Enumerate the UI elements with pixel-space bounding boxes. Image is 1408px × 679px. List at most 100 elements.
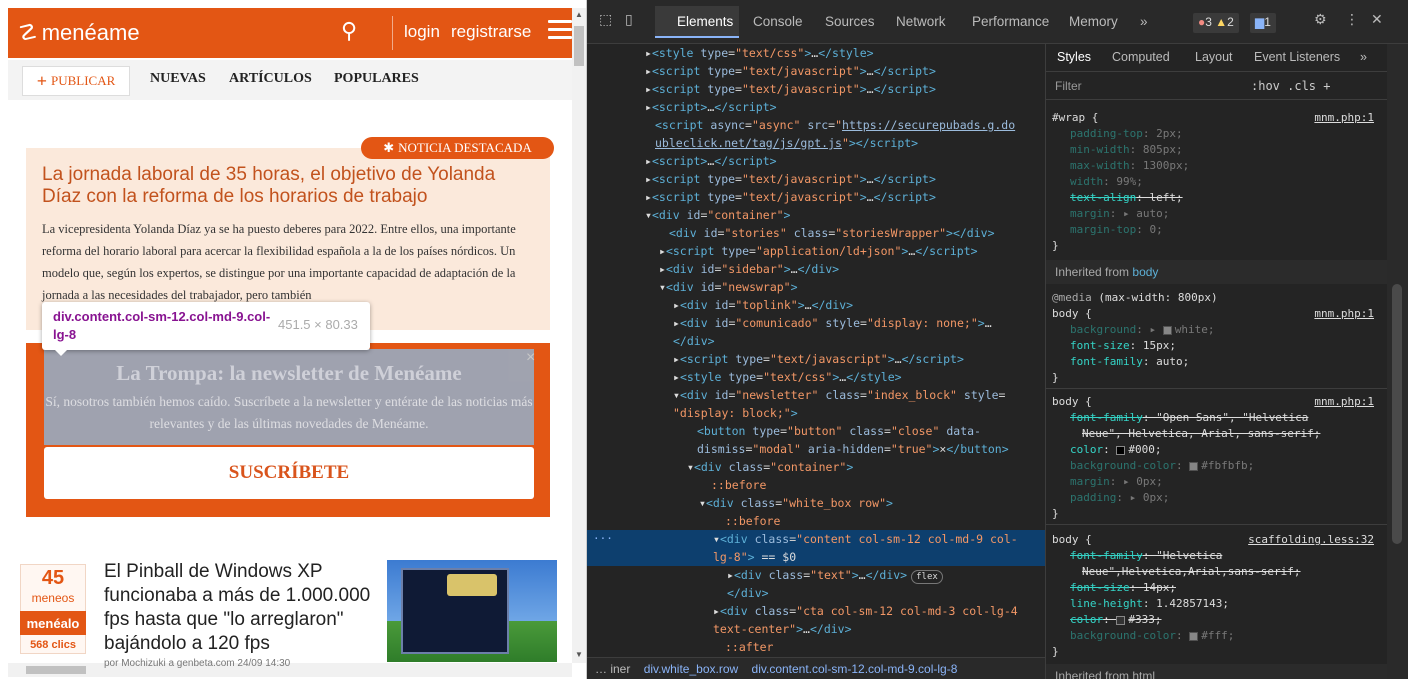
css-declaration[interactable]: color: #333; [1046,612,1387,628]
scroll-thumb[interactable] [574,26,584,66]
css-declaration[interactable]: background: ▸ white; [1046,322,1387,338]
css-declaration[interactable]: color: #000; [1046,442,1387,458]
login-link[interactable]: login [404,22,440,42]
css-declaration[interactable]: padding-top: 2px; [1046,126,1387,142]
dom-node[interactable]: <div id="stories" class="storiesWrapper"… [587,224,1045,242]
rule-source-link[interactable]: mnm.php:1 [1314,394,1374,410]
story-thumbnail[interactable] [387,560,557,662]
dom-node[interactable]: ::after [587,638,1045,656]
css-declaration[interactable]: font-family: "Open Sans", "Helvetica [1046,410,1387,426]
dom-tree[interactable]: ▸<style type="text/css">…</style> ▸<scri… [587,44,1045,657]
css-declaration[interactable]: margin: ▸ auto; [1046,206,1387,222]
tab-console[interactable]: Console [753,14,803,29]
css-declaration[interactable]: font-family: "Helvetica [1046,548,1387,564]
tab-computed[interactable]: Computed [1112,50,1170,64]
css-declaration[interactable]: width: 99%; [1046,174,1387,190]
more-tabs-icon[interactable]: » [1140,14,1148,29]
filter-tools[interactable]: :hov .cls + [1251,79,1330,93]
dom-node[interactable]: ▸<style type="text/css">…</style> [587,44,1045,62]
issues-badge[interactable]: ●3 ▲2 [1193,13,1239,33]
node-actions-icon[interactable]: ··· [593,530,613,548]
dom-node[interactable]: <script async="async" src="https://secur… [587,116,1045,134]
story-title[interactable]: El Pinball de Windows XP funcionaba a má… [104,560,394,656]
css-declaration[interactable]: font-family: auto; [1046,354,1387,370]
rule-selector[interactable]: body {mnm.php:1 [1046,306,1387,322]
dom-node[interactable]: ▸<script type="text/javascript">…</scrip… [587,350,1045,368]
dom-node[interactable]: ▸<script>…</script> [587,98,1045,116]
featured-title[interactable]: La jornada laboral de 35 horas, el objet… [42,164,522,208]
breadcrumb-item[interactable]: div.white_box.row [644,662,739,676]
tab-layout[interactable]: Layout [1195,50,1233,64]
dom-node[interactable]: ▸<div id="toplink">…</div> [587,296,1045,314]
css-declaration[interactable]: font-size: 14px; [1046,580,1387,596]
tab-elements[interactable]: Elements [677,14,733,29]
dom-node[interactable]: ▸<script type="text/javascript">…</scrip… [587,80,1045,98]
rule-selector[interactable]: body {mnm.php:1 [1046,394,1387,410]
flex-badge[interactable]: flex [911,570,943,584]
dom-node[interactable]: ▸<script type="text/javascript">…</scrip… [587,62,1045,80]
kebab-menu-icon[interactable]: ⋮ [1345,12,1363,30]
css-declaration[interactable]: background-color: #fff; [1046,628,1387,644]
dom-node[interactable]: ::before [587,512,1045,530]
dom-node[interactable]: ▾<div id="container"> [587,206,1045,224]
tab-sources[interactable]: Sources [825,14,875,29]
filter-input[interactable]: Filter [1055,79,1082,93]
dom-node[interactable]: <button type="button" class="close" data… [587,422,1045,440]
dom-node[interactable]: ▾<div id="newswrap"> [587,278,1045,296]
close-devtools-icon[interactable]: ✕ [1371,12,1389,30]
dom-node[interactable]: ▸<script>…</script> [587,152,1045,170]
scroll-down-icon[interactable]: ▼ [575,650,583,659]
nav-nuevas[interactable]: NUEVAS [150,71,206,87]
more-styles-tabs-icon[interactable]: » [1360,50,1367,64]
css-declaration[interactable]: max-width: 1300px; [1046,158,1387,174]
css-declaration[interactable]: margin-top: 0; [1046,222,1387,238]
rule-source-link[interactable]: mnm.php:1 [1314,110,1374,126]
hamburger-menu-icon[interactable] [548,20,572,40]
css-declaration[interactable]: background-color: #fbfbfb; [1046,458,1387,474]
site-logo[interactable]: ☡ menéame [18,20,140,46]
dom-node[interactable]: ▾<div id="newsletter" class="index_block… [587,386,1045,404]
dom-node-selected[interactable]: ··· ▾<div class="content col-sm-12 col-md… [587,530,1045,548]
rule-source-link[interactable]: mnm.php:1 [1314,306,1374,322]
tab-performance[interactable]: Performance [972,14,1049,29]
dom-node[interactable]: ▸<script type="text/javascript">…</scrip… [587,170,1045,188]
css-declaration[interactable]: padding: ▸ 0px; [1046,490,1387,506]
styles-filter[interactable]: Filter :hov .cls + [1046,72,1387,100]
css-declaration[interactable]: line-height: 1.42857143; [1046,596,1387,612]
breadcrumb-item[interactable]: … iner [595,662,630,676]
dom-node[interactable]: ▾<div class="container"> [587,458,1045,476]
tab-event-listeners[interactable]: Event Listeners [1254,50,1340,64]
dom-node[interactable]: ▸<div class="text">…</div> flex [587,566,1045,584]
tab-styles[interactable]: Styles [1057,50,1091,64]
dom-node[interactable]: ▸<div id="comunicado" style="display: no… [587,314,1045,332]
register-link[interactable]: registrarse [451,22,531,42]
menealo-button[interactable]: menéalo [20,611,86,635]
settings-gear-icon[interactable]: ⚙ [1314,12,1332,30]
dom-node[interactable]: ▸<div id="sidebar">…</div> [587,260,1045,278]
dom-node[interactable]: ▸<script type="application/ld+json">…</s… [587,242,1045,260]
newsletter-close-icon[interactable]: × [526,349,535,367]
dom-node[interactable]: ▸<style type="text/css">…</style> [587,368,1045,386]
dom-node[interactable]: ▸<div class="cta col-sm-12 col-md-3 col-… [587,602,1045,620]
css-declaration[interactable]: margin: ▸ 0px; [1046,474,1387,490]
tab-network[interactable]: Network [896,14,946,29]
tab-memory[interactable]: Memory [1069,14,1118,29]
device-toolbar-icon[interactable]: ▯ [625,12,643,30]
messages-badge[interactable]: ▆1 [1250,13,1276,33]
nav-articulos[interactable]: ARTÍCULOS [229,71,312,87]
dom-node[interactable]: ▸<script type="text/javascript">…</scrip… [587,188,1045,206]
css-declaration[interactable]: min-width: 805px; [1046,142,1387,158]
nav-populares[interactable]: POPULARES [334,71,419,87]
styles-scrollbar[interactable] [1387,44,1408,679]
publish-button[interactable]: + PUBLICAR [22,66,130,96]
scroll-up-icon[interactable]: ▲ [575,10,583,19]
css-declaration[interactable]: font-size: 15px; [1046,338,1387,354]
breadcrumb-item-active[interactable]: div.content.col-sm-12.col-md-9.col-lg-8 [752,662,958,676]
vertical-scrollbar[interactable]: ▲ ▼ [572,8,586,663]
rule-source-link[interactable]: scaffolding.less:32 [1248,532,1374,548]
inspect-element-icon[interactable]: ⬚ [599,12,617,30]
subscribe-button[interactable]: SUSCRÍBETE [44,447,534,499]
dom-node[interactable]: ::before [587,476,1045,494]
styles-scroll-thumb[interactable] [1392,284,1402,544]
search-icon[interactable]: ⚲ [341,18,357,44]
